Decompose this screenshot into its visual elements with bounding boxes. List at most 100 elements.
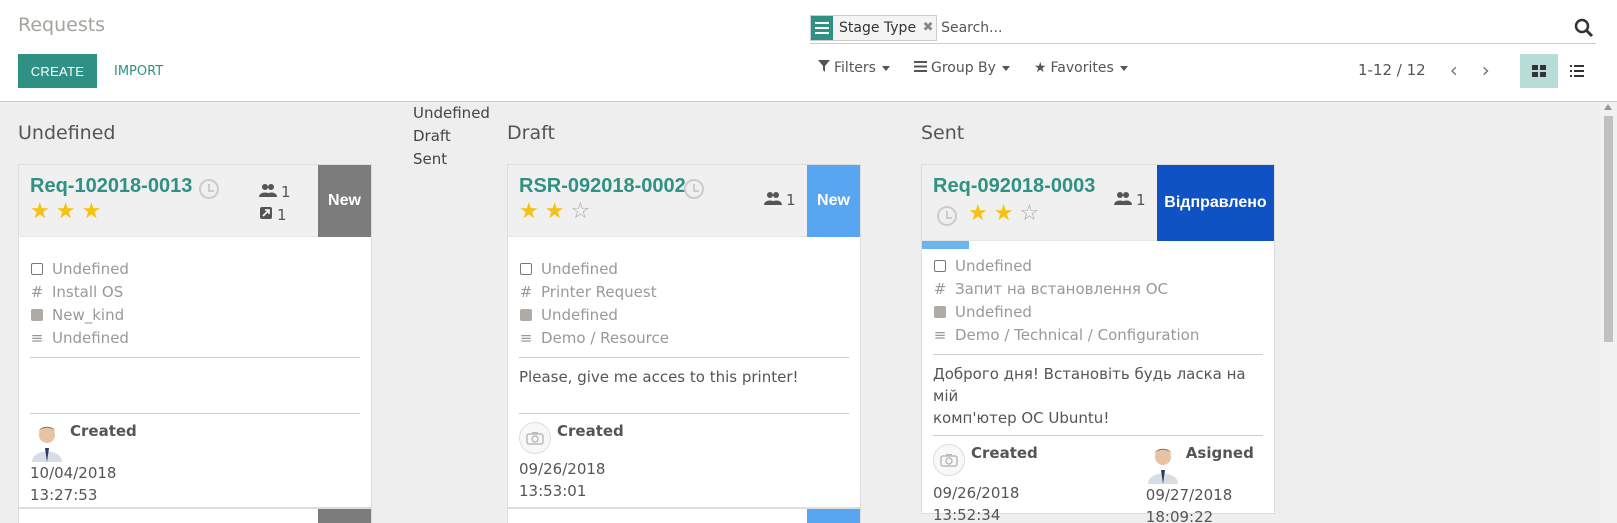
- field-value: Undefined: [955, 302, 1032, 321]
- create-button[interactable]: CREATE: [18, 54, 97, 88]
- created-block: Created 09/26/2018 13:52:34: [933, 444, 1038, 523]
- field-value: Install OS: [52, 282, 124, 301]
- stage-type-item[interactable]: Sent: [413, 148, 490, 171]
- kanban-card[interactable]: [18, 508, 372, 523]
- priority-stars[interactable]: ★ ★ ☆: [519, 201, 590, 223]
- checkbox-icon: [30, 262, 44, 275]
- list-icon: [811, 15, 833, 40]
- field-value: Undefined: [52, 259, 129, 278]
- stage-type-item[interactable]: Undefined: [413, 102, 490, 125]
- chevron-left-icon[interactable]: ‹: [1450, 60, 1458, 80]
- clock-icon[interactable]: [199, 179, 219, 199]
- square-icon: [933, 305, 947, 318]
- clock-icon[interactable]: [684, 179, 704, 199]
- star-icon[interactable]: ★: [56, 201, 76, 223]
- card-counts: 1: [1114, 189, 1146, 212]
- star-icon[interactable]: ★: [519, 201, 539, 223]
- filter-icon: [818, 60, 830, 76]
- star-icon[interactable]: ★: [968, 203, 988, 225]
- priority-stars[interactable]: ★ ★ ★: [30, 201, 101, 223]
- import-button[interactable]: IMPORT: [106, 54, 171, 88]
- groupby-dropdown[interactable]: Group By: [913, 60, 1010, 76]
- filters-dropdown[interactable]: Filters: [818, 60, 890, 76]
- request-ref[interactable]: RSR-092018-0002: [519, 175, 686, 198]
- search-options: Filters Group By ★ Favorites: [818, 60, 1128, 76]
- star-icon[interactable]: ★: [994, 203, 1014, 225]
- kanban-card[interactable]: Req-092018-0003 ★ ★ ☆ 1 Відправлено Undefi…: [921, 164, 1275, 523]
- chevron-right-icon[interactable]: ›: [1482, 60, 1490, 80]
- camera-icon: [933, 444, 965, 476]
- stage-type-item[interactable]: Draft: [413, 125, 490, 148]
- card-counts: 1 1: [259, 181, 291, 227]
- hash-icon: #: [519, 282, 533, 301]
- external-link-icon: [259, 204, 273, 227]
- search-input[interactable]: [941, 14, 1572, 41]
- description-line: Доброго дня! Встановіть будь ласка на мі…: [933, 365, 1246, 405]
- field-value: Undefined: [541, 305, 618, 324]
- filters-label: Filters: [834, 60, 876, 76]
- created-time: 13:53:01: [519, 482, 587, 500]
- clock-icon[interactable]: [937, 206, 957, 226]
- control-panel: Requests CREATE IMPORT Stage Type ✖ Filt…: [0, 0, 1617, 102]
- followers-count: 1: [786, 191, 796, 209]
- card-body: Undefined # Запит на встановлення ОС Unde…: [922, 241, 1274, 523]
- stage-type-list: Undefined Draft Sent: [413, 102, 490, 171]
- divider: [933, 354, 1263, 355]
- field-value: Printer Request: [541, 282, 657, 301]
- grid-icon: [1532, 65, 1546, 77]
- star-icon[interactable]: ★: [545, 201, 565, 223]
- users-icon: [764, 189, 782, 212]
- followers-count: 1: [1136, 191, 1146, 209]
- field-value: Undefined: [541, 259, 618, 278]
- divider: [30, 413, 360, 414]
- remove-facet-icon[interactable]: ✖: [920, 20, 936, 35]
- request-ref[interactable]: Req-102018-0013: [30, 175, 192, 198]
- field-value: Demo / Technical / Configuration: [955, 325, 1200, 344]
- users-icon: [259, 181, 277, 204]
- field-value: Demo / Resource: [541, 328, 669, 347]
- card-header: Req-102018-0013 ★ ★ ★ 1 1 New: [19, 165, 371, 237]
- progress-bar: [922, 241, 970, 249]
- field-value: New_kind: [52, 305, 125, 324]
- description-line: комп'ютер ОС Ubuntu!: [933, 409, 1110, 427]
- column-title: Sent: [921, 122, 965, 144]
- card-description: [30, 366, 360, 405]
- field-value: Запит на встановлення ОС: [955, 279, 1168, 298]
- hash-icon: #: [30, 282, 44, 301]
- card-header: Req-092018-0003 ★ ★ ☆ 1 Відправлено: [922, 165, 1274, 241]
- chevron-down-icon: [1119, 65, 1128, 71]
- request-ref[interactable]: Req-092018-0003: [933, 175, 1095, 198]
- checkbox-icon: [519, 262, 533, 275]
- scrollbar[interactable]: [1600, 102, 1617, 523]
- divider: [933, 435, 1263, 436]
- stage-badge: Відправлено: [1157, 165, 1274, 241]
- list-view-button[interactable]: [1558, 54, 1596, 88]
- card-description: Please, give me acces to this printer!: [519, 368, 799, 386]
- star-icon[interactable]: ★: [81, 201, 101, 223]
- list-icon: ≡: [519, 328, 533, 347]
- search-icon[interactable]: [1572, 16, 1596, 40]
- scroll-up-arrow[interactable]: [1604, 104, 1612, 110]
- favorites-dropdown[interactable]: ★ Favorites: [1034, 60, 1128, 76]
- facet-label: Stage Type: [839, 19, 917, 36]
- search-facet[interactable]: Stage Type ✖: [810, 14, 938, 41]
- kanban-card[interactable]: Req-102018-0013 ★ ★ ★ 1 1 New Undefined # I…: [18, 164, 372, 508]
- field-value: Undefined: [52, 328, 129, 347]
- scroll-thumb[interactable]: [1604, 116, 1613, 342]
- priority-stars[interactable]: ★ ★ ☆: [968, 203, 1039, 225]
- pager-value[interactable]: 1-12 / 12: [1358, 61, 1426, 79]
- divider: [519, 357, 849, 358]
- kanban-card[interactable]: [507, 508, 861, 523]
- search-bar: Stage Type ✖: [810, 12, 1596, 44]
- kanban-card[interactable]: RSR-092018-0002 ★ ★ ☆ 1 New Undefined # Pri…: [507, 164, 861, 508]
- kanban-view-button[interactable]: [1520, 54, 1558, 88]
- star-icon[interactable]: ★: [30, 201, 50, 223]
- star-icon[interactable]: ☆: [1019, 203, 1039, 225]
- followers-count: 1: [281, 183, 291, 201]
- card-body: Undefined # Printer Request Undefined ≡ De…: [508, 237, 860, 502]
- list-icon: [1570, 65, 1584, 77]
- card-counts: 1: [764, 189, 796, 212]
- star-icon[interactable]: ☆: [570, 201, 590, 223]
- assigned-label: Asigned: [1185, 444, 1254, 462]
- assigned-block: Asigned 09/27/2018 18:09:22: [1145, 444, 1254, 523]
